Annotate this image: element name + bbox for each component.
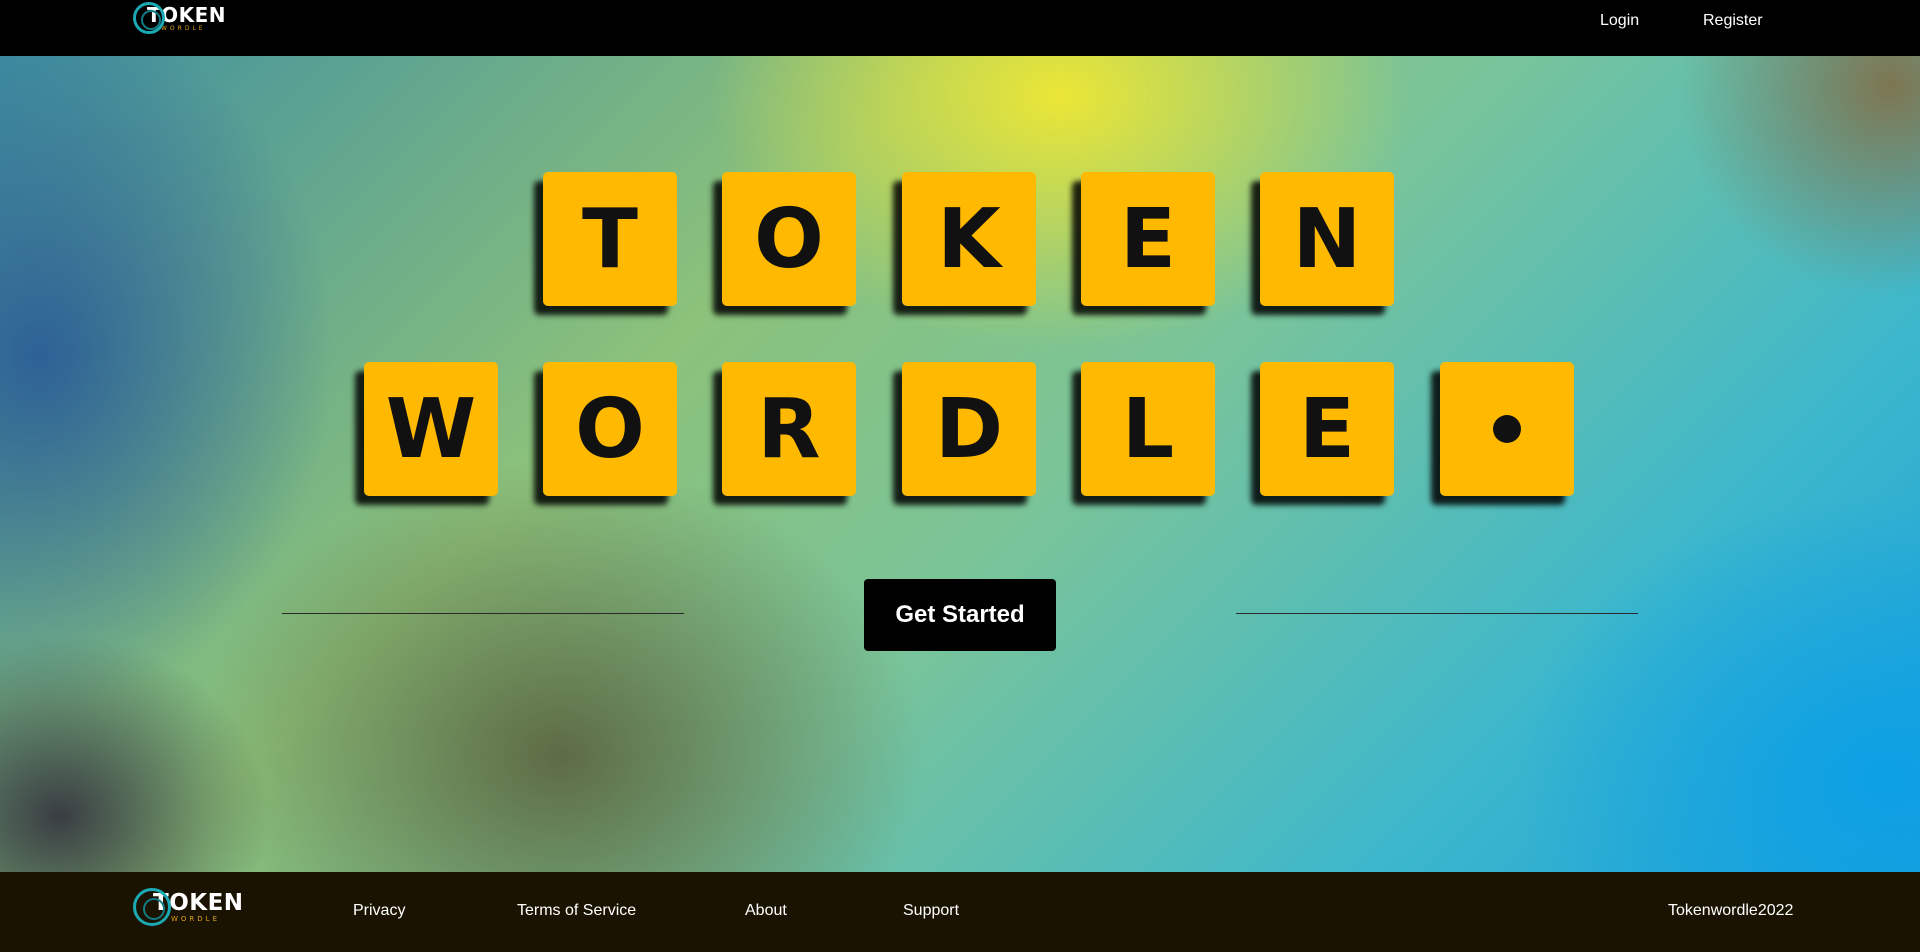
logo-subword: WORDLE	[161, 24, 206, 32]
page: TOKEN WORDLE Login Register T O K E N W …	[0, 0, 1920, 952]
letter-tile: E	[1081, 172, 1215, 306]
footer-logo[interactable]: TOKEN WORDLE	[133, 888, 244, 926]
support-link[interactable]: Support	[903, 902, 959, 920]
letter-tile: N	[1260, 172, 1394, 306]
letter-tile: E	[1260, 362, 1394, 496]
top-nav-bar: TOKEN WORDLE Login Register	[0, 0, 1920, 56]
copyright-text: Tokenwordle2022	[1668, 902, 1794, 919]
left-divider	[282, 613, 684, 614]
letter-tile: O	[543, 362, 677, 496]
privacy-link[interactable]: Privacy	[353, 902, 405, 920]
hero-section: T O K E N W O R D L E Get Started	[0, 56, 1920, 872]
letter-tile: D	[902, 362, 1036, 496]
right-divider	[1236, 613, 1638, 614]
footer: TOKEN WORDLE Privacy Terms of Service Ab…	[0, 872, 1920, 952]
letter-tile: O	[722, 172, 856, 306]
dot-icon	[1493, 415, 1521, 443]
logo-ring-icon	[133, 888, 171, 926]
letter-tile: R	[722, 362, 856, 496]
get-started-button[interactable]: Get Started	[864, 579, 1056, 651]
login-link[interactable]: Login	[1600, 12, 1639, 30]
letter-tile: K	[902, 172, 1036, 306]
letter-tile: T	[543, 172, 677, 306]
register-link[interactable]: Register	[1703, 12, 1763, 30]
terms-of-service-link[interactable]: Terms of Service	[517, 902, 636, 920]
about-link[interactable]: About	[745, 902, 787, 920]
letter-tile: L	[1081, 362, 1215, 496]
dot-tile	[1440, 362, 1574, 496]
token-wordle-logo[interactable]: TOKEN WORDLE	[133, 2, 226, 34]
letter-tile: W	[364, 362, 498, 496]
logo-subword: WORDLE	[171, 914, 221, 923]
logo-ring-icon	[133, 2, 165, 34]
